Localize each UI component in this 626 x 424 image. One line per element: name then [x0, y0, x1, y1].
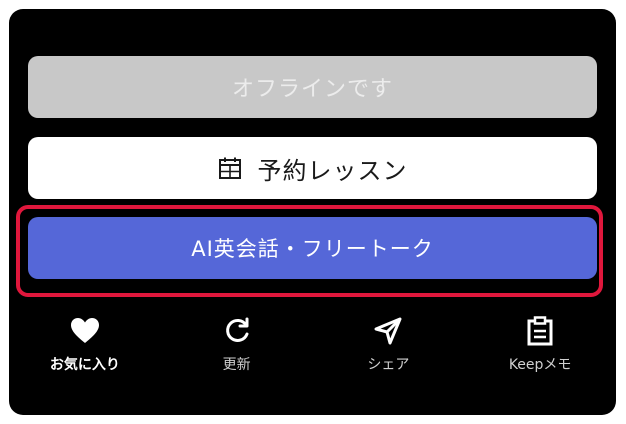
- nav-item-keep-memo[interactable]: Keepメモ: [464, 312, 616, 392]
- nav-label-refresh: 更新: [222, 357, 251, 373]
- ai-free-talk-button[interactable]: AI英会話・フリートーク: [28, 217, 597, 279]
- nav-item-refresh[interactable]: 更新: [161, 312, 313, 392]
- calendar-icon: [218, 156, 242, 180]
- offline-label: オフラインです: [231, 77, 393, 102]
- heart-icon: [70, 316, 100, 346]
- refresh-icon: [222, 316, 252, 346]
- offline-button[interactable]: オフラインです: [28, 56, 597, 118]
- lesson-panel: オフラインです 予約レッスン AI英会話・フリートーク お気に入り 更新 シェア…: [9, 9, 616, 415]
- clipboard-icon: [525, 316, 555, 346]
- nav-label-favorite: お気に入り: [49, 357, 120, 373]
- reserve-lesson-button[interactable]: 予約レッスン: [28, 137, 597, 199]
- reserve-label: 予約レッスン: [257, 156, 408, 185]
- nav-label-share: シェア: [367, 357, 410, 373]
- nav-item-favorite[interactable]: お気に入り: [9, 312, 161, 392]
- nav-label-keep-memo: Keepメモ: [508, 357, 572, 373]
- nav-item-share[interactable]: シェア: [313, 312, 465, 392]
- ai-label: AI英会話・フリートーク: [191, 237, 434, 261]
- send-icon: [373, 316, 403, 346]
- bottom-nav: お気に入り 更新 シェア Keepメモ: [9, 312, 616, 392]
